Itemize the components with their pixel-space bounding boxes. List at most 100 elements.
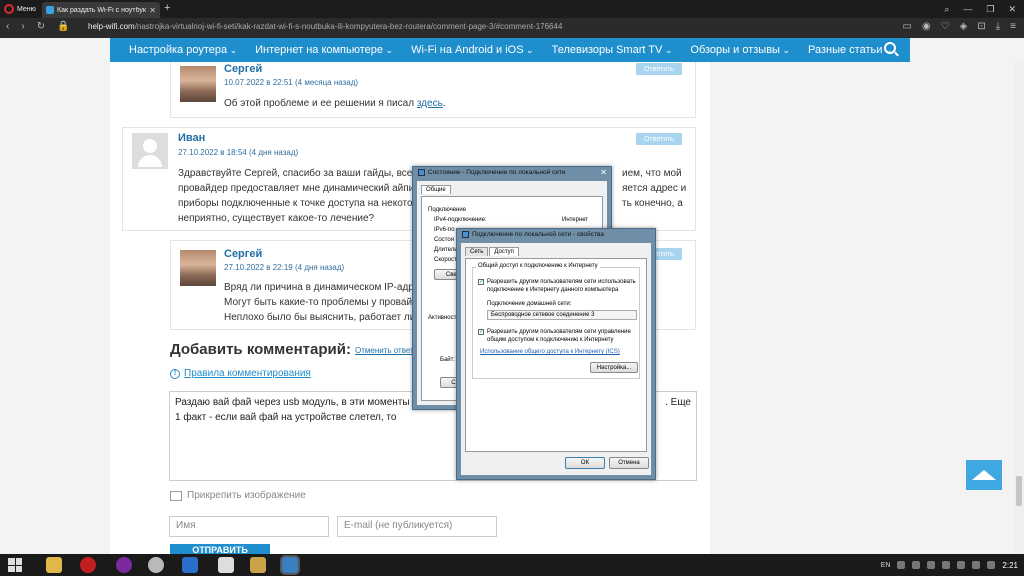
bluetooth-icon[interactable] (182, 557, 198, 573)
attach-image-button[interactable]: Прикрепить изображение (170, 490, 306, 501)
textarea-line: Раздаю вай фай через usb модуль, в эти м… (175, 397, 410, 408)
minimize-icon[interactable]: — (963, 4, 972, 14)
settings-button[interactable]: Настройка... (590, 362, 638, 373)
comment-author: Сергей (224, 63, 263, 75)
new-tab-icon[interactable]: + (164, 2, 170, 14)
camera-icon[interactable]: ◉ (922, 21, 931, 32)
scrollbar-thumb[interactable] (1016, 476, 1022, 506)
system-tray: EN 2:21 (881, 554, 1018, 576)
nav-item-reviews[interactable]: Обзоры и отзывы (681, 44, 799, 56)
ipv4-value: Интернет (562, 217, 589, 223)
comment-link[interactable]: здесь (417, 98, 443, 109)
cancel-button[interactable]: Отмена (609, 457, 649, 469)
lock-icon[interactable]: 🔒 (57, 21, 69, 32)
tab-general[interactable]: Общие (421, 185, 451, 194)
file-explorer-icon[interactable] (46, 557, 62, 573)
taskbar: EN 2:21 (0, 554, 1024, 576)
sidebar (710, 62, 1010, 554)
comment-line: приборы подключенные к точке доступа на … (178, 198, 424, 209)
status-dialog-title-text: Состояние - Подключение по локальной сет… (428, 169, 566, 176)
comment-line: ть конечно, а (622, 198, 683, 209)
app-paint-icon[interactable] (250, 557, 266, 573)
maximize-icon[interactable]: ❐ (986, 4, 994, 15)
network-connections-icon[interactable] (280, 555, 300, 575)
tab-network[interactable]: Сеть (465, 247, 489, 256)
attach-label: Прикрепить изображение (187, 490, 306, 501)
scroll-to-top-button[interactable] (966, 460, 1002, 490)
download-icon[interactable]: ⤓ (996, 21, 1000, 32)
back-icon[interactable]: ‹ (6, 21, 9, 32)
reload-icon[interactable]: ↻ (37, 21, 45, 32)
volume-icon[interactable] (972, 561, 981, 569)
browser-menu-button[interactable]: Меню (2, 2, 40, 16)
comment-line: Вряд ли причина в динамическом IP-адрес (224, 282, 425, 293)
sharing-panel: Общий доступ к подключению к Интернету ✓… (465, 258, 647, 452)
properties-dialog: Подключение по локальной сети - свойства… (456, 228, 656, 480)
start-button[interactable] (8, 558, 22, 572)
language-indicator[interactable]: EN (881, 562, 891, 569)
menu-icon[interactable]: ≡ (1010, 21, 1016, 32)
search-icon[interactable] (884, 42, 896, 54)
nav-item-router[interactable]: Настройка роутера (120, 44, 246, 56)
tab-search-icon[interactable]: ⌕ (944, 4, 949, 15)
clock[interactable]: 2:21 (1002, 561, 1018, 570)
ics-help-link[interactable]: Использование общего доступа к Интернету… (480, 349, 620, 355)
cancel-reply-link[interactable]: Отменить ответ (355, 346, 414, 355)
forward-icon[interactable]: › (21, 21, 24, 32)
opera-logo-icon (4, 4, 14, 14)
properties-dialog-title[interactable]: Подключение по локальной сети - свойства (462, 231, 604, 238)
close-window-icon[interactable]: ✕ (1008, 4, 1016, 15)
ipv4-label: IPv4-подключение: (434, 217, 487, 223)
comment-date[interactable]: 10.07.2022 в 22:51 (4 месяца назад) (224, 78, 358, 87)
email-input[interactable]: E-mail (не публикуется) (337, 516, 497, 537)
window-controls: ⌕ — ❐ ✕ (944, 0, 1024, 18)
comment-text-part: Об этой проблеме и ее решении я писал (224, 98, 417, 109)
nav-item-wifi-mobile[interactable]: Wi-Fi на Android и iOS (402, 44, 543, 56)
heart-icon[interactable]: ♡ (941, 21, 950, 32)
reply-button[interactable]: Ответить (636, 63, 682, 75)
comment-date[interactable]: 27.10.2022 в 22:19 (4 дня назад) (224, 263, 344, 272)
allow-sharing-checkbox[interactable]: ✓ (478, 279, 484, 285)
url-path: /nastrojka-virtualnoj-wi-fi-seti/kak-raz… (134, 22, 563, 31)
address-bar: ‹ › ↻ 🔒 help-wifi.com/nastrojka-virtualn… (0, 18, 1024, 38)
network-icon (418, 169, 425, 176)
snapshot-icon[interactable]: ⊡ (977, 21, 985, 32)
comment-date[interactable]: 27.10.2022 в 18:54 (4 дня назад) (178, 148, 298, 157)
tray-icon-5[interactable] (957, 561, 966, 569)
comment-rules-link[interactable]: ! Правила комментирования (170, 368, 311, 379)
wallet-icon[interactable]: ▭ (902, 21, 911, 32)
allow-control-checkbox[interactable]: ✓ (478, 329, 484, 335)
app-purple-icon[interactable] (116, 557, 132, 573)
cube-icon[interactable]: ◈ (960, 21, 968, 32)
tab-sharing[interactable]: Доступ (489, 247, 519, 256)
home-network-select[interactable]: Беспроводное сетевое соединение 3 (487, 310, 637, 320)
name-input[interactable]: Имя (169, 516, 329, 537)
reply-button[interactable]: Ответить (636, 133, 682, 145)
tray-icon-4[interactable] (942, 561, 951, 569)
tray-icon-1[interactable] (897, 561, 906, 569)
page-scrollbar[interactable] (1014, 62, 1024, 554)
opera-taskbar-icon[interactable] (80, 557, 96, 573)
comment-text-end: . (442, 98, 446, 109)
rules-label: Правила комментирования (184, 368, 311, 379)
ipv6-label: IPv6-по (434, 227, 455, 233)
browser-tab-bar: Меню Как раздать Wi-Fi с ноутбук ✕ + ⌕ —… (0, 0, 1024, 18)
comment-line: Могут быть какие-то проблемы у провайде (224, 297, 424, 308)
tray-icon-2[interactable] (912, 561, 921, 569)
site-favicon-icon (46, 6, 54, 14)
comment-line: неприятно, существует какое-то лечение? (178, 213, 375, 224)
network-tray-icon[interactable] (987, 561, 996, 569)
url-field[interactable]: help-wifi.com/nastrojka-virtualnoj-wi-fi… (88, 22, 562, 31)
avatar (180, 250, 216, 286)
nav-item-smart-tv[interactable]: Телевизоры Smart TV (543, 44, 682, 56)
app-gray-icon[interactable] (148, 557, 164, 573)
properties-dialog-body: Сеть Доступ Общий доступ к подключению к… (461, 243, 651, 475)
tray-icon-3[interactable] (927, 561, 936, 569)
status-dialog-title[interactable]: Состояние - Подключение по локальной сет… (418, 169, 565, 176)
browser-tab[interactable]: Как раздать Wi-Fi с ноутбук ✕ (42, 2, 160, 18)
close-icon[interactable]: ✕ (600, 168, 607, 177)
nav-item-internet[interactable]: Интернет на компьютере (246, 44, 402, 56)
tab-close-icon[interactable]: ✕ (149, 6, 156, 15)
ok-button[interactable]: ОК (565, 457, 605, 469)
app-penguin-icon[interactable] (218, 557, 234, 573)
